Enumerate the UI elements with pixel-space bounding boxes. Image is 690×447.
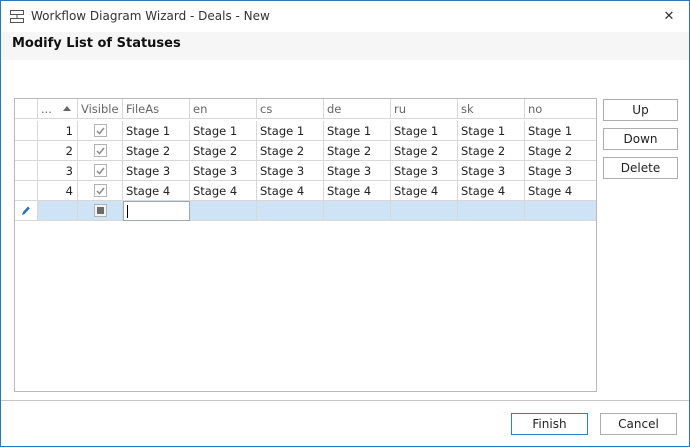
table-row[interactable]: 1 Stage 1 Stage 1 Stage 1 Stage 1 Stage … [15, 121, 596, 141]
row-number: 4 [38, 181, 78, 201]
checkmark-icon [95, 167, 105, 175]
ru-cell[interactable]: Stage 3 [391, 161, 458, 181]
cancel-button[interactable]: Cancel [600, 413, 677, 435]
title-bar: Workflow Diagram Wizard - Deals - New ✕ [1, 1, 689, 32]
footer-divider [1, 400, 689, 401]
row-indicator[interactable] [15, 161, 38, 181]
en-cell[interactable]: Stage 1 [190, 121, 257, 141]
visible-cell[interactable] [78, 161, 123, 181]
row-indicator[interactable] [15, 181, 38, 201]
finish-button[interactable]: Finish [511, 413, 588, 435]
window-title: Workflow Diagram Wizard - Deals - New [31, 9, 270, 23]
ru-cell[interactable]: Stage 2 [391, 141, 458, 161]
statuses-grid[interactable]: ... Visible FileAs en cs de ru sk no 1 S… [14, 98, 597, 392]
no-cell[interactable]: Stage 1 [525, 121, 596, 141]
visible-checkbox-indeterminate[interactable] [93, 204, 107, 217]
visible-checkbox[interactable] [93, 144, 107, 157]
de-cell[interactable]: Stage 4 [324, 181, 391, 201]
visible-checkbox[interactable] [93, 164, 107, 177]
row-number: 1 [38, 121, 78, 141]
page-title: Modify List of Statuses [12, 36, 181, 51]
up-button[interactable]: Up [603, 99, 678, 121]
row-indicator[interactable] [15, 201, 38, 221]
row-number: 3 [38, 161, 78, 181]
sk-cell[interactable]: Stage 1 [458, 121, 525, 141]
visible-cell[interactable] [78, 201, 123, 221]
checkmark-icon [95, 147, 105, 155]
table-row[interactable]: 4 Stage 4 Stage 4 Stage 4 Stage 4 Stage … [15, 181, 596, 201]
column-header-number[interactable]: ... [38, 99, 78, 119]
column-header-sk[interactable]: sk [458, 99, 525, 119]
new-item-row[interactable] [15, 201, 596, 221]
sort-ascending-icon [63, 106, 71, 111]
de-cell[interactable]: Stage 1 [324, 121, 391, 141]
no-cell[interactable] [525, 201, 596, 221]
dialog-header: Modify List of Statuses [1, 32, 689, 60]
fileas-editor[interactable] [123, 201, 190, 221]
pencil-icon [22, 206, 30, 215]
fileas-cell[interactable]: Stage 3 [123, 161, 190, 181]
column-header-visible[interactable]: Visible [78, 99, 123, 119]
close-icon: ✕ [663, 8, 675, 24]
sk-cell[interactable] [458, 201, 525, 221]
en-cell[interactable]: Stage 2 [190, 141, 257, 161]
sk-cell[interactable]: Stage 4 [458, 181, 525, 201]
table-row[interactable]: 2 Stage 2 Stage 2 Stage 2 Stage 2 Stage … [15, 141, 596, 161]
column-header-de[interactable]: de [324, 99, 391, 119]
de-cell[interactable] [324, 201, 391, 221]
ru-cell[interactable] [391, 201, 458, 221]
no-cell[interactable]: Stage 3 [525, 161, 596, 181]
visible-cell[interactable] [78, 181, 123, 201]
sk-cell[interactable]: Stage 2 [458, 141, 525, 161]
cs-cell[interactable]: Stage 4 [257, 181, 324, 201]
text-caret [127, 205, 128, 218]
visible-cell[interactable] [78, 121, 123, 141]
workflow-icon [10, 10, 24, 23]
en-cell[interactable]: Stage 3 [190, 161, 257, 181]
row-indicator-header [15, 99, 38, 119]
column-header-en[interactable]: en [190, 99, 257, 119]
visible-cell[interactable] [78, 141, 123, 161]
en-cell[interactable] [190, 201, 257, 221]
visible-checkbox[interactable] [93, 124, 107, 137]
sk-cell[interactable]: Stage 3 [458, 161, 525, 181]
cs-cell[interactable] [257, 201, 324, 221]
delete-button[interactable]: Delete [603, 157, 678, 179]
fileas-cell[interactable]: Stage 4 [123, 181, 190, 201]
fileas-cell[interactable]: Stage 1 [123, 121, 190, 141]
grid-header: ... Visible FileAs en cs de ru sk no [15, 99, 596, 119]
no-cell[interactable]: Stage 2 [525, 141, 596, 161]
fileas-cell[interactable]: Stage 2 [123, 141, 190, 161]
visible-checkbox[interactable] [93, 184, 107, 197]
cs-cell[interactable]: Stage 1 [257, 121, 324, 141]
checkmark-icon [95, 127, 105, 135]
row-number: 2 [38, 141, 78, 161]
column-header-fileas[interactable]: FileAs [123, 99, 190, 119]
close-button[interactable]: ✕ [657, 5, 681, 27]
row-indicator[interactable] [15, 121, 38, 141]
column-header-no[interactable]: no [525, 99, 596, 119]
cs-cell[interactable]: Stage 2 [257, 141, 324, 161]
checkmark-icon [95, 187, 105, 195]
indeterminate-icon [96, 207, 104, 214]
down-button[interactable]: Down [603, 128, 678, 150]
ru-cell[interactable]: Stage 4 [391, 181, 458, 201]
no-cell[interactable]: Stage 4 [525, 181, 596, 201]
wizard-window: Workflow Diagram Wizard - Deals - New ✕ … [0, 0, 690, 447]
column-header-cs[interactable]: cs [257, 99, 324, 119]
cs-cell[interactable]: Stage 3 [257, 161, 324, 181]
row-indicator[interactable] [15, 141, 38, 161]
en-cell[interactable]: Stage 4 [190, 181, 257, 201]
de-cell[interactable]: Stage 3 [324, 161, 391, 181]
column-header-ru[interactable]: ru [391, 99, 458, 119]
de-cell[interactable]: Stage 2 [324, 141, 391, 161]
row-number [38, 201, 78, 221]
table-row[interactable]: 3 Stage 3 Stage 3 Stage 3 Stage 3 Stage … [15, 161, 596, 181]
ru-cell[interactable]: Stage 1 [391, 121, 458, 141]
